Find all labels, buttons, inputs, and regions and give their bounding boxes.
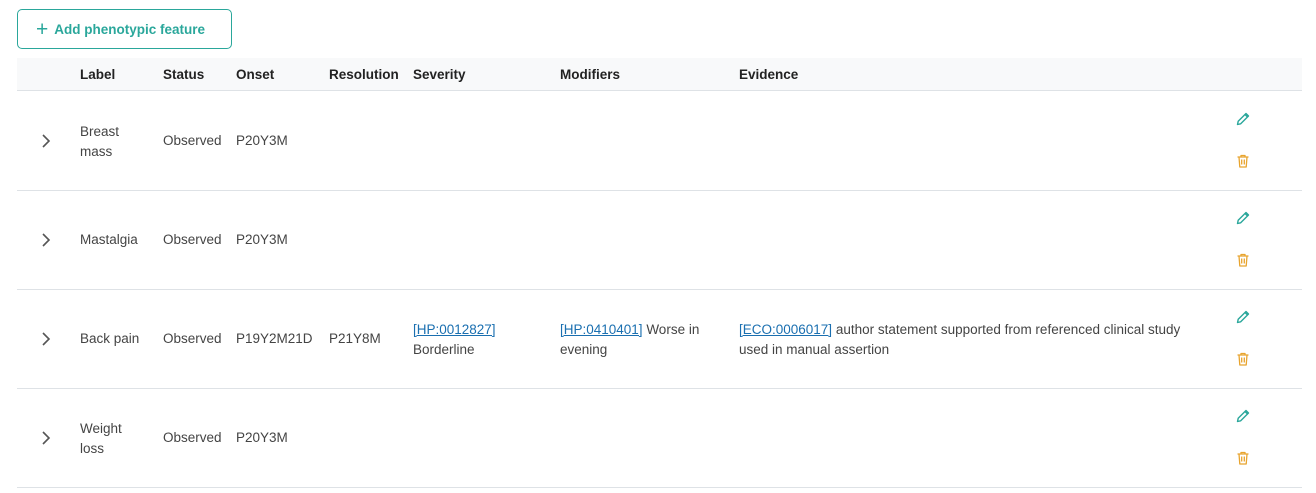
row-onset: P20Y3M (236, 232, 288, 247)
evidence-term-link[interactable]: [ECO:0006017] (739, 322, 832, 337)
edit-icon[interactable] (1235, 408, 1251, 424)
row-onset: P20Y3M (236, 133, 288, 148)
chevron-right-icon[interactable] (39, 233, 53, 247)
row-onset: P20Y3M (236, 430, 288, 445)
chevron-right-icon[interactable] (39, 332, 53, 346)
header-onset: Onset (236, 67, 275, 82)
chevron-right-icon[interactable] (39, 134, 53, 148)
edit-icon[interactable] (1235, 309, 1251, 325)
row-evidence: [ECO:0006017] author statement supported… (739, 322, 1181, 357)
row-modifiers: [HP:0410401] Worse in evening (560, 322, 700, 357)
table-row: Breast mass Observed P20Y3M (17, 92, 1302, 191)
header-modifiers: Modifiers (560, 67, 621, 82)
delete-icon[interactable] (1235, 252, 1251, 268)
add-phenotypic-feature-label: Add phenotypic feature (54, 21, 206, 37)
header-resolution: Resolution (329, 67, 399, 82)
chevron-right-icon[interactable] (39, 431, 53, 445)
header-status: Status (163, 67, 205, 82)
table-row: Back pain Observed P19Y2M21D P21Y8M [HP:… (17, 290, 1302, 389)
header-severity: Severity (413, 67, 466, 82)
delete-icon[interactable] (1235, 351, 1251, 367)
row-status: Observed (163, 331, 222, 346)
row-status: Observed (163, 232, 222, 247)
row-label: Weight loss (80, 421, 122, 456)
severity-term-link[interactable]: [HP:0012827] (413, 322, 496, 337)
delete-icon[interactable] (1235, 450, 1251, 466)
add-phenotypic-feature-button[interactable]: + Add phenotypic feature (17, 9, 232, 49)
header-evidence: Evidence (739, 67, 799, 82)
table-row: Mastalgia Observed P20Y3M (17, 191, 1302, 290)
row-label: Mastalgia (80, 232, 138, 247)
header-label: Label (80, 67, 116, 82)
row-severity: [HP:0012827] Borderline (413, 322, 496, 357)
row-onset: P19Y2M21D (236, 331, 313, 346)
table-header: Label Status Onset Resolution Severity M… (17, 58, 1302, 91)
modifier-term-link[interactable]: [HP:0410401] (560, 322, 643, 337)
edit-icon[interactable] (1235, 210, 1251, 226)
row-status: Observed (163, 430, 222, 445)
plus-icon: + (36, 17, 49, 41)
row-resolution: P21Y8M (329, 331, 381, 346)
row-status: Observed (163, 133, 222, 148)
edit-icon[interactable] (1235, 111, 1251, 127)
row-label: Breast mass (80, 124, 120, 159)
table-row: Weight loss Observed P20Y3M (17, 389, 1302, 488)
delete-icon[interactable] (1235, 153, 1251, 169)
row-label: Back pain (80, 331, 140, 346)
